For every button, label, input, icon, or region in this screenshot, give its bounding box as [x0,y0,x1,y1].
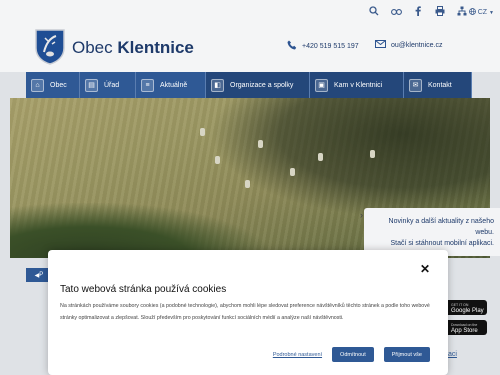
email-address: ou@klentnice.cz [391,42,443,49]
phone-number: +420 519 515 197 [302,43,359,50]
cookie-title: Tato webová stránka používá cookies [60,284,227,295]
close-icon[interactable]: › [360,210,363,221]
cookie-actions: Podrobné nastavení Odmítnout Přijmout vš… [273,347,430,362]
reject-button[interactable]: Odmítnout [332,347,374,362]
hero-rock [215,156,220,164]
nav-item-urad[interactable]: ▤ Úřad [80,72,136,98]
nav-item-aktualne[interactable]: ≡ Aktuálně [136,72,206,98]
news-icon: ≡ [141,78,154,92]
hero-rock [245,180,250,188]
hero-rock [370,150,375,158]
cookie-settings-link[interactable]: Podrobné nastavení [273,352,322,358]
email-contact[interactable]: ou@klentnice.cz [375,40,442,51]
hero-rock [290,168,295,176]
hero-rock [200,128,205,136]
phone-contact[interactable]: +420 519 515 197 [287,40,359,53]
hero-rock [318,153,323,161]
contact-icon: ✉ [409,78,422,92]
nav-item-organizace[interactable]: ◧ Organizace a spolky [206,72,310,98]
google-play-label: Google Play [451,307,484,314]
close-icon[interactable]: ✕ [420,262,430,276]
nav-item-obec[interactable]: ⌂ Obec [26,72,80,98]
facebook-icon[interactable] [412,5,424,17]
mobile-app-panel: › Novinky a další aktuality z našeho web… [360,208,500,256]
coat-of-arms-logo[interactable] [34,28,66,66]
globe-icon [468,8,476,17]
nav-label: Kontakt [428,81,452,89]
site-header: Obec Klentnice +420 519 515 197 ou@klent… [0,26,500,72]
app-info-link[interactable]: aci [448,351,457,358]
nav-label: Kam v Klentnici [334,81,383,89]
cookie-consent-dialog: ✕ Tato webová stránka používá cookies Na… [48,250,448,375]
hero-shadow [210,98,490,218]
top-utility-bar: CZ ▼ [0,0,500,26]
nav-item-kontakt[interactable]: ✉ Kontakt [404,72,472,98]
cookie-text: Na stránkách používáme soubory cookies (… [60,303,430,321]
site-title[interactable]: Obec Klentnice [72,38,194,58]
language-switcher[interactable]: CZ ▼ [468,8,494,17]
google-play-badge[interactable]: GET IT ON Google Play [445,300,487,315]
nav-label: Obec [50,81,67,89]
print-icon[interactable] [434,5,446,17]
main-navigation: ⌂ Obec ▤ Úřad ≡ Aktuálně ◧ Organizace a … [26,72,472,98]
language-label: CZ [477,9,488,16]
accessibility-button-label: P [39,272,44,278]
site-title-bold: Klentnice [117,38,194,57]
phone-icon [287,40,297,53]
app-store-badge[interactable]: Download on the App Store [445,320,487,335]
nav-item-kam-v-klentnici[interactable]: ▣ Kam v Klentnici [310,72,404,98]
app-panel-text-1: Novinky a další aktuality z našeho [388,218,494,225]
nav-label: Organizace a spolky [230,81,294,89]
office-icon: ▤ [85,78,98,92]
app-store-badges: GET IT ON Google Play Download on the Ap… [445,300,487,335]
places-icon: ▣ [315,78,328,92]
sitemap-icon[interactable] [456,5,468,17]
app-panel-text-2: webu. [475,229,494,236]
site-title-light: Obec [72,38,113,57]
chevron-down-icon: ▼ [489,9,494,16]
email-icon [375,40,386,51]
search-icon[interactable] [368,5,380,17]
home-icon: ⌂ [31,78,44,92]
hero-rock [258,140,263,148]
app-store-label: App Store [451,327,478,334]
utility-icons [368,5,468,17]
nav-label: Aktuálně [160,81,188,89]
accessibility-icon[interactable] [390,5,402,17]
app-panel-text-3: Stačí si stáhnout mobilní aplikaci. [390,240,495,247]
nav-label: Úřad [104,81,120,89]
accept-all-button[interactable]: Přijmout vše [383,347,430,362]
organizations-icon: ◧ [211,78,224,92]
